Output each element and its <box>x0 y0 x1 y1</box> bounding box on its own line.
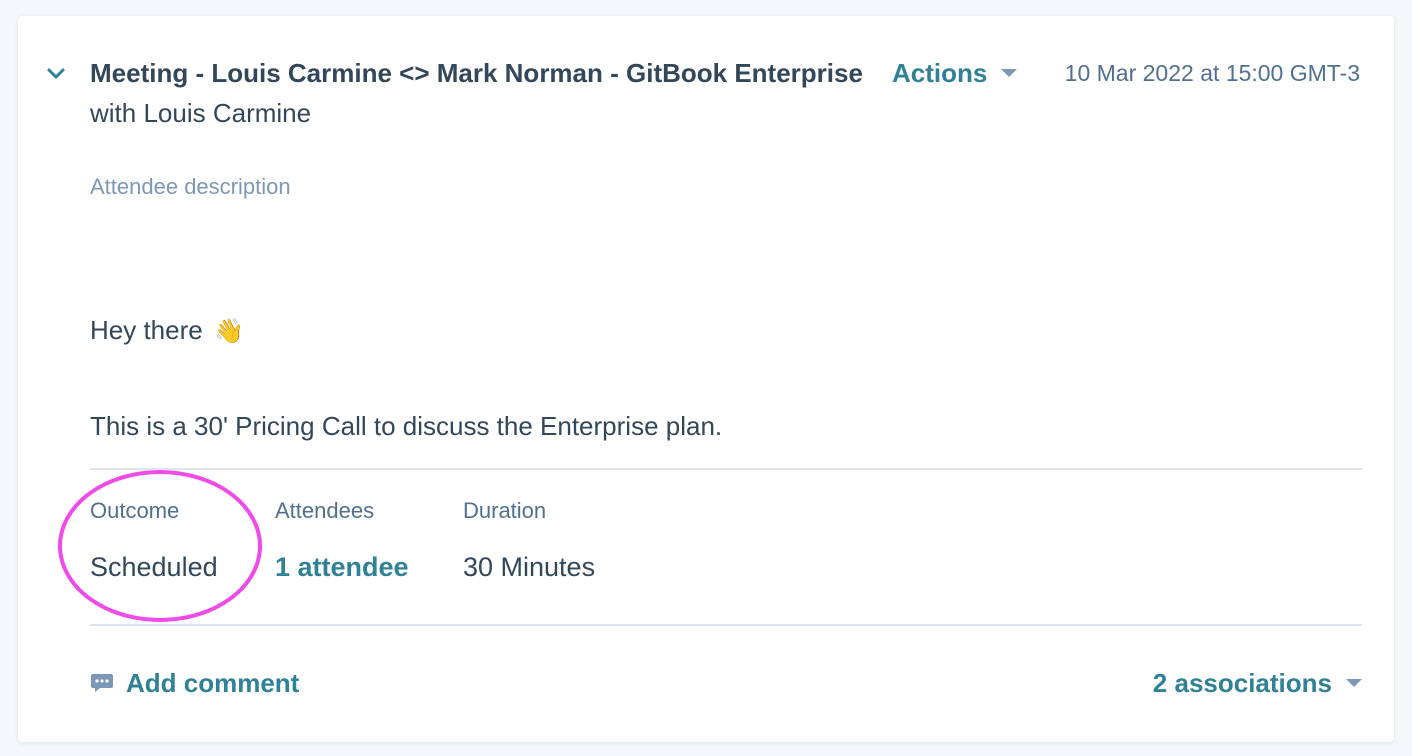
actions-dropdown[interactable]: Actions <box>892 56 1018 90</box>
caret-down-icon <box>1346 679 1362 687</box>
caret-down-icon <box>1001 69 1018 77</box>
divider <box>90 468 1362 470</box>
add-comment-label: Add comment <box>126 668 300 698</box>
comment-icon <box>90 672 114 694</box>
meeting-body-description: This is a 30' Pricing Call to discuss th… <box>90 411 723 441</box>
meeting-activity-card: Meeting - Louis Carmine <> Mark Norman -… <box>18 16 1394 742</box>
divider <box>90 624 1362 626</box>
add-comment-button[interactable]: Add comment <box>90 666 299 700</box>
actions-label: Actions <box>892 58 988 88</box>
attendees-link[interactable]: 1 attendee <box>275 550 409 584</box>
associations-dropdown[interactable]: 2 associations <box>1153 666 1362 700</box>
duration-field: Duration 30 Minutes <box>463 496 595 584</box>
duration-value[interactable]: 30 Minutes <box>463 550 595 584</box>
associations-label: 2 associations <box>1152 668 1332 698</box>
highlight-annotation-circle <box>58 470 262 622</box>
attendees-label: Attendees <box>275 498 375 523</box>
attendee-description-label: Attendee description <box>90 174 291 199</box>
waving-hand-emoji: 👋 <box>213 318 244 346</box>
meeting-body-greeting: Hey there 👋 <box>90 313 244 349</box>
chevron-down-icon[interactable] <box>46 64 66 84</box>
duration-label: Duration <box>463 498 547 523</box>
greeting-text: Hey there <box>90 315 203 345</box>
meeting-title[interactable]: Meeting - Louis Carmine <> Mark Norman -… <box>90 56 880 90</box>
meeting-subtitle: with Louis Carmine <box>90 98 312 128</box>
meeting-timestamp: 10 Mar 2022 at 15:00 GMT-3 <box>1064 60 1360 86</box>
attendees-field: Attendees 1 attendee <box>275 496 409 584</box>
